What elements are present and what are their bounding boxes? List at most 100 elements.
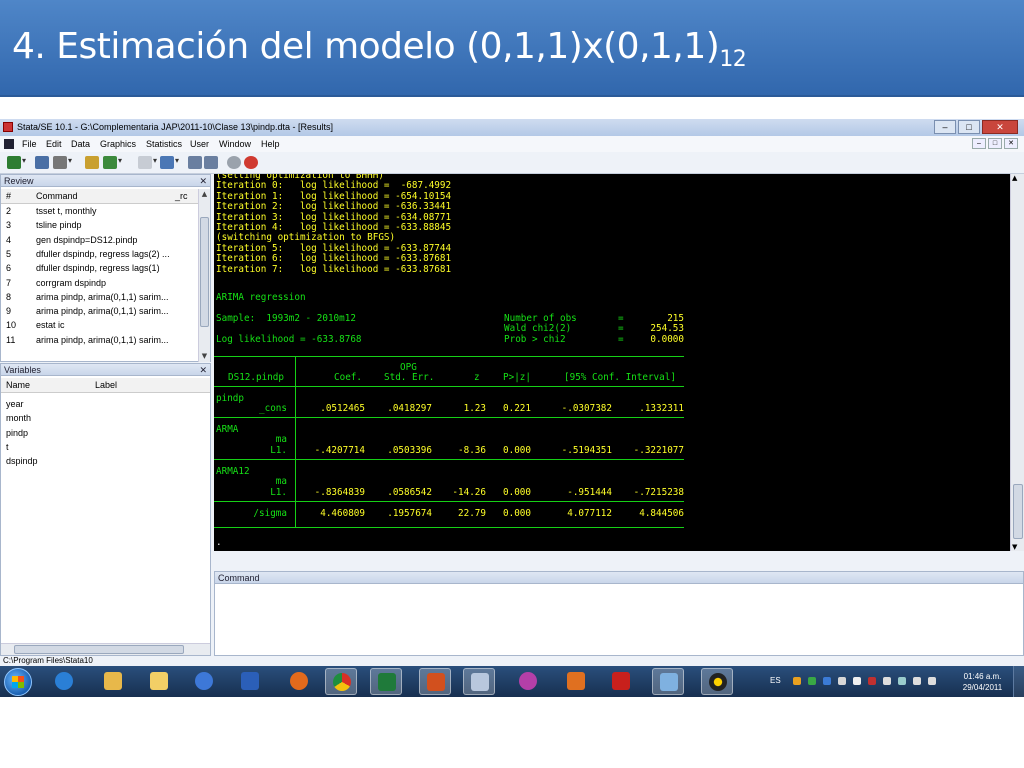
- variable-item[interactable]: year: [6, 399, 24, 409]
- tray-icon-4[interactable]: [838, 677, 846, 685]
- clock-time: 01:46 a.m.: [963, 672, 1002, 681]
- coef-row-label: L1.: [270, 486, 287, 498]
- tray-icon-3[interactable]: [823, 677, 831, 685]
- volume-icon[interactable]: [928, 677, 936, 685]
- taskbar-word[interactable]: [234, 668, 266, 695]
- tray-icon-6[interactable]: [868, 677, 876, 685]
- review-row[interactable]: 10 estat ic: [1, 319, 198, 333]
- sigma-hi: 4.844506: [639, 508, 684, 519]
- minimize-button[interactable]: –: [934, 120, 956, 134]
- windows-logo-icon: [12, 676, 24, 688]
- taskbar-ie[interactable]: [48, 668, 80, 695]
- mdi-close-button[interactable]: ✕: [1004, 138, 1018, 149]
- taskbar-media-player[interactable]: [188, 668, 220, 695]
- review-row[interactable]: 2 tsset t, monthly: [1, 205, 198, 219]
- taskbar-excel[interactable]: [370, 668, 402, 695]
- menu-data[interactable]: Data: [71, 139, 90, 149]
- powerpoint-icon: [427, 673, 445, 691]
- close-button[interactable]: ✕: [982, 120, 1018, 134]
- menu-help[interactable]: Help: [261, 139, 280, 149]
- log-icon[interactable]: [85, 156, 99, 169]
- menu-file[interactable]: File: [22, 139, 37, 149]
- review-row-command: tsset t, monthly: [36, 206, 97, 216]
- results-scroll-up-icon[interactable]: ▲: [1012, 174, 1017, 182]
- language-indicator[interactable]: ES: [770, 676, 781, 685]
- graph-icon[interactable]: [138, 156, 157, 169]
- command-input[interactable]: [217, 586, 1021, 654]
- maximize-button[interactable]: □: [958, 120, 980, 134]
- clock[interactable]: 01:46 a.m. 29/04/2011: [955, 671, 1010, 693]
- menu-window[interactable]: Window: [219, 139, 251, 149]
- slide-title-bar: 4. Estimación del modelo (0,1,1)x(0,1,1)…: [0, 0, 1024, 97]
- do-file-editor-icon[interactable]: [160, 156, 179, 169]
- save-icon[interactable]: [35, 156, 49, 169]
- data-browser-icon[interactable]: [204, 156, 218, 169]
- review-row[interactable]: 9 arima pindp, arima(0,1,1) sarim...: [1, 305, 198, 319]
- start-button[interactable]: [4, 668, 32, 696]
- results-prompt: .: [216, 537, 222, 548]
- show-desktop-button[interactable]: [1013, 666, 1024, 697]
- scroll-up-icon[interactable]: ▲: [199, 189, 210, 200]
- sigma-z: 22.79: [458, 508, 486, 519]
- more-icon[interactable]: [227, 156, 241, 169]
- review-scrollbar[interactable]: ▲ ▼: [198, 189, 210, 362]
- tray-icon-5[interactable]: [853, 677, 861, 685]
- viewer-icon[interactable]: [103, 156, 122, 169]
- taskbar-outlook[interactable]: [97, 668, 129, 695]
- menu-graphics[interactable]: Graphics: [100, 139, 136, 149]
- variable-item[interactable]: month: [6, 413, 31, 423]
- review-row[interactable]: 6 dfuller dspindp, regress lags(1): [1, 262, 198, 276]
- taskbar-stata[interactable]: [463, 668, 495, 695]
- variables-close-icon[interactable]: ✕: [199, 364, 207, 377]
- taskbar-powerpoint[interactable]: [419, 668, 451, 695]
- tray-icon-2[interactable]: [808, 677, 816, 685]
- power-icon[interactable]: [913, 677, 921, 685]
- menu-user[interactable]: User: [190, 139, 209, 149]
- taskbar-matlab[interactable]: [560, 668, 592, 695]
- mdi-restore-button[interactable]: □: [988, 138, 1002, 149]
- stata-menu-icon[interactable]: [4, 139, 14, 149]
- review-row-number: 4: [6, 234, 12, 245]
- command-window: Command: [214, 571, 1024, 656]
- review-row[interactable]: 3 tsline pindp: [1, 219, 198, 233]
- review-row-number: 5: [6, 248, 12, 259]
- menu-statistics[interactable]: Statistics: [146, 139, 182, 149]
- review-row-command: corrgram dspindp: [36, 277, 107, 288]
- network-icon[interactable]: [898, 677, 906, 685]
- taskbar-app-flower[interactable]: [512, 668, 544, 695]
- section-rule: [214, 458, 684, 460]
- variable-item[interactable]: t: [6, 442, 9, 452]
- tray-icon-7[interactable]: [883, 677, 891, 685]
- review-row[interactable]: 7 corrgram dspindp: [1, 277, 198, 291]
- coef-row-label: L1.: [270, 444, 287, 456]
- taskbar-chrome[interactable]: [325, 668, 357, 695]
- variable-item[interactable]: pindp: [6, 428, 28, 438]
- results-scrollbar[interactable]: ▲ ▼: [1010, 174, 1024, 551]
- menu-edit[interactable]: Edit: [46, 139, 62, 149]
- print-icon[interactable]: [53, 156, 72, 169]
- review-row-number: 11: [6, 334, 16, 345]
- data-editor-icon[interactable]: [188, 156, 202, 169]
- mdi-minimize-button[interactable]: –: [972, 138, 986, 149]
- taskbar-firefox[interactable]: [283, 668, 315, 695]
- review-close-icon[interactable]: ✕: [199, 175, 207, 188]
- review-row[interactable]: 5 dfuller dspindp, regress lags(2) ...: [1, 248, 198, 262]
- results-scroll-down-icon[interactable]: ▼: [1012, 543, 1017, 551]
- review-row[interactable]: 11 arima pindp, arima(0,1,1) sarim...: [1, 334, 198, 348]
- scroll-down-icon[interactable]: ▼: [199, 351, 210, 362]
- taskbar-explorer[interactable]: [143, 668, 175, 695]
- table-vertical-rule: [295, 357, 296, 528]
- taskbar-paint[interactable]: [652, 668, 684, 695]
- review-row-number: 8: [6, 291, 12, 302]
- review-row[interactable]: 4 gen dspindp=DS12.pindp: [1, 234, 198, 248]
- variables-hscrollbar[interactable]: [1, 643, 210, 655]
- review-row[interactable]: 8 arima pindp, arima(0,1,1) sarim...: [1, 291, 198, 305]
- tray-icon-1[interactable]: [793, 677, 801, 685]
- variable-item[interactable]: dspindp: [6, 456, 38, 466]
- command-header: Command: [214, 571, 1024, 584]
- open-icon[interactable]: [7, 156, 26, 169]
- taskbar-app-eye[interactable]: [701, 668, 733, 695]
- taskbar-acrobat[interactable]: [605, 668, 637, 695]
- review-row-command: arima pindp, arima(0,1,1) sarim...: [36, 291, 169, 302]
- break-icon[interactable]: [244, 156, 258, 169]
